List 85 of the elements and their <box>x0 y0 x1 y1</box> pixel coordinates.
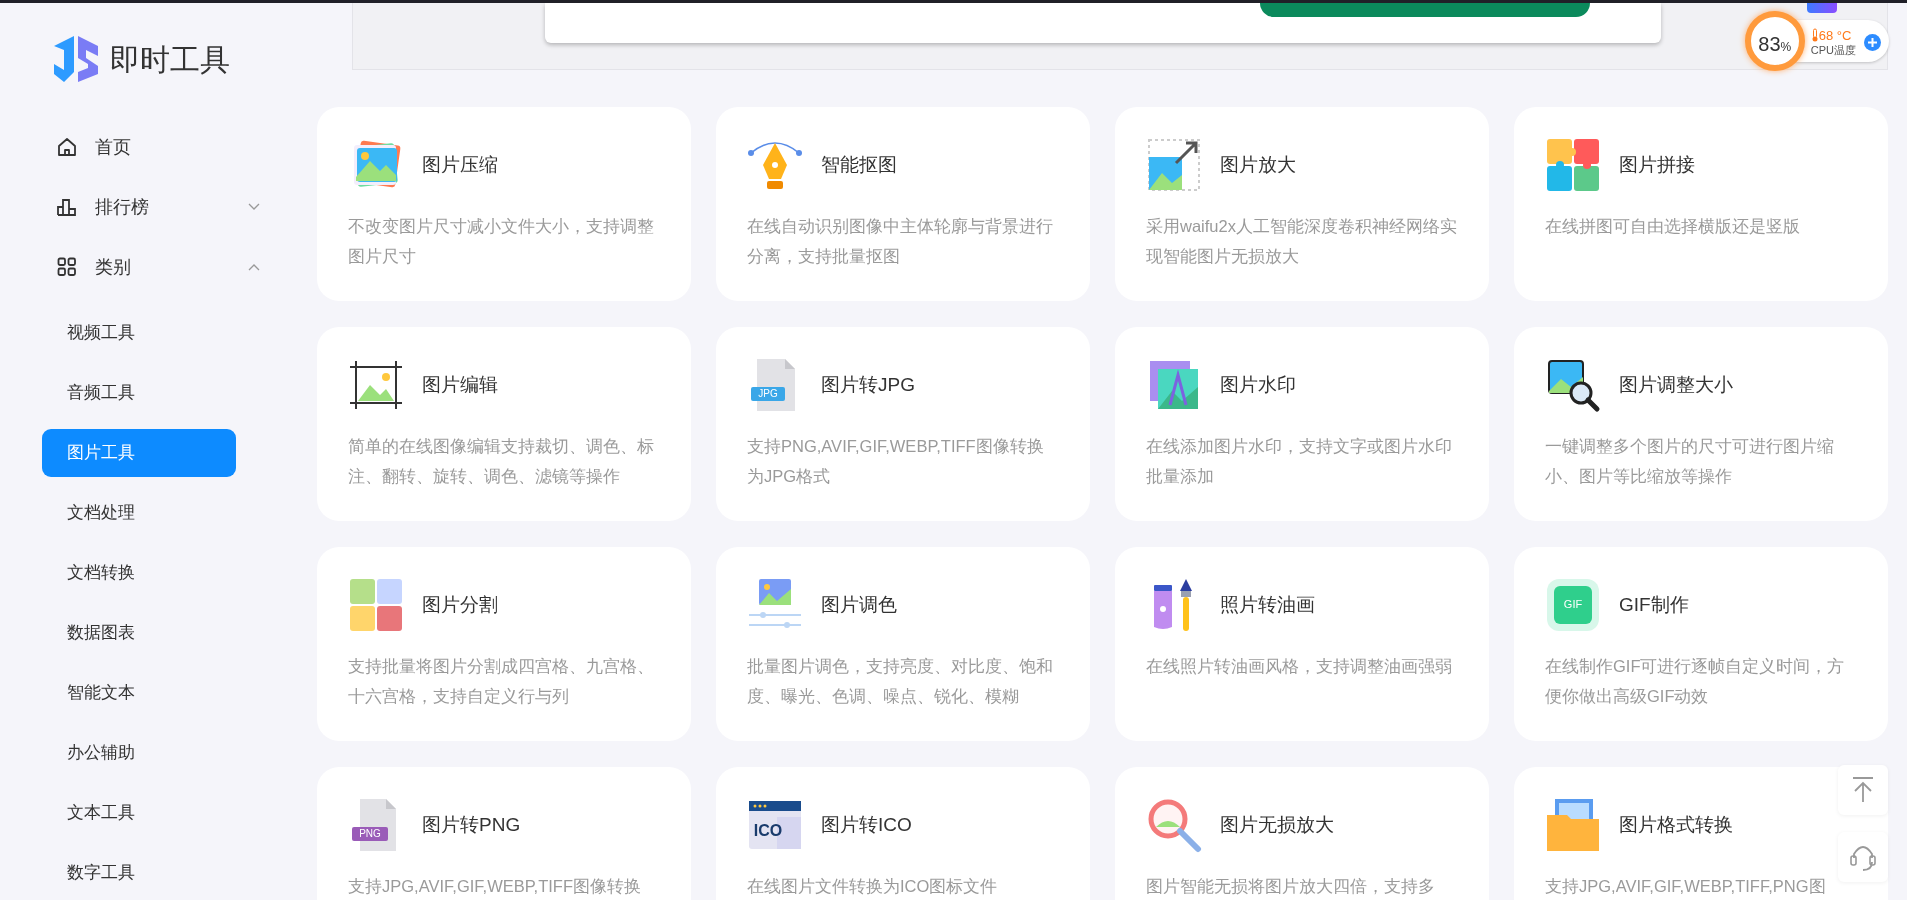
card-description: 在线拼图可自由选择横版还是竖版 <box>1545 216 1801 237</box>
card-title: 图片转PNG <box>422 812 521 837</box>
card-description: 不改变图片尺寸减小文件大小，支持调整图片尺寸 <box>348 216 655 267</box>
card-description: 支持JPG,AVIF,GIF,WEBP,TIFF图像转换 <box>348 876 642 897</box>
card-description: 支持JPG,AVIF,GIF,WEBP,TIFF,PNG图 <box>1545 876 1827 897</box>
card-title: 图片无损放大 <box>1220 812 1334 837</box>
puzzle-icon <box>1545 137 1601 193</box>
tool-card[interactable]: 图片压缩 不改变图片尺寸减小文件大小，支持调整图片尺寸 <box>317 107 691 301</box>
image-folder-icon <box>1545 797 1601 853</box>
support-button[interactable] <box>1838 832 1888 882</box>
card-title: 图片调整大小 <box>1619 372 1733 397</box>
card-description: 支持PNG,AVIF,GIF,WEBP,TIFF图像转换为JPG格式 <box>747 436 1045 487</box>
back-to-top-button[interactable] <box>1838 765 1888 815</box>
category-item[interactable]: 数字工具 <box>42 849 236 897</box>
plus-icon <box>1864 33 1881 51</box>
grid-icon <box>57 257 77 277</box>
tool-card[interactable]: 图片放大 采用waifu2x人工智能深度卷积神经网络实现智能图片无损放大 <box>1115 107 1489 301</box>
icon-label: PNG <box>358 827 382 841</box>
arrow-up-icon <box>1852 777 1874 803</box>
temperature-value: 68 °C <box>1818 27 1852 43</box>
category-item[interactable]: 智能文本 <box>42 669 236 717</box>
tool-card[interactable]: PNG 图片转PNG 支持JPG,AVIF,GIF,WEBP,TIFF图像转换 <box>317 767 691 900</box>
tool-card[interactable]: 图片格式转换 支持JPG,AVIF,GIF,WEBP,TIFF,PNG图 <box>1514 767 1888 900</box>
card-title: 图片格式转换 <box>1619 812 1733 837</box>
nav-item[interactable]: 排行榜 <box>0 177 300 237</box>
card-title: 图片拼接 <box>1619 152 1695 177</box>
tool-card[interactable]: 图片调色 批量图片调色，支持亮度、对比度、饱和度、曝光、色调、噪点、锐化、模糊 <box>716 547 1090 741</box>
cpu-label: CPU温度 <box>1810 42 1856 57</box>
tool-card[interactable]: 图片拼接 在线拼图可自由选择横版还是竖版 <box>1514 107 1888 301</box>
app-badge-icon <box>1807 3 1837 13</box>
icon-label: GIF <box>1562 597 1584 612</box>
card-description: 在线图片文件转换为ICO图标文件 <box>747 876 999 897</box>
card-description: 在线添加图片水印，支持文字或图片水印批量添加 <box>1146 436 1453 487</box>
card-title: GIF制作 <box>1619 592 1689 617</box>
card-title: 图片转ICO <box>821 812 912 837</box>
gif-file-icon <box>1545 577 1601 633</box>
card-title: 图片调色 <box>821 592 897 617</box>
category-item[interactable]: 视频工具 <box>42 309 236 357</box>
card-description: 图片智能无损将图片放大四倍，支持多 <box>1146 876 1436 897</box>
category-item[interactable]: 文档处理 <box>42 489 236 537</box>
card-description: 在线照片转油画风格，支持调整油画强弱 <box>1146 656 1453 677</box>
category-item[interactable]: 音频工具 <box>42 369 236 417</box>
card-description: 在线制作GIF可进行逐帧自定义时间，方便你做出高级GIF动效 <box>1545 656 1846 707</box>
tool-card[interactable]: GIF GIF制作 在线制作GIF可进行逐帧自定义时间，方便你做出高级GIF动效 <box>1514 547 1888 741</box>
card-description: 在线自动识别图像中主体轮廓与背景进行分离，支持批量抠图 <box>747 216 1054 267</box>
card-title: 照片转油画 <box>1220 592 1315 617</box>
icon-label: ICO <box>752 823 784 839</box>
action-button[interactable] <box>1260 3 1590 17</box>
tool-card[interactable]: ICO 图片转ICO 在线图片文件转换为ICO图标文件 <box>716 767 1090 900</box>
category-item[interactable]: 办公辅助 <box>42 729 236 777</box>
icon-label: JPG <box>757 387 779 401</box>
bar-chart-icon <box>57 197 77 217</box>
card-description: 一键调整多个图片的尺寸可进行图片缩小、图片等比缩放等操作 <box>1545 436 1835 487</box>
card-description: 批量图片调色，支持亮度、对比度、饱和度、曝光、色调、噪点、锐化、模糊 <box>747 656 1054 707</box>
card-title: 图片转JPG <box>821 372 915 397</box>
nav-item[interactable]: 类别 <box>0 237 300 297</box>
image-enlarge-icon <box>1146 137 1202 193</box>
category-item[interactable]: 文档转换 <box>42 549 236 597</box>
card-description: 采用waifu2x人工智能深度卷积神经网络实现智能图片无损放大 <box>1146 216 1458 267</box>
pastel-puzzle-icon <box>348 577 404 633</box>
tool-card[interactable]: 图片无损放大 图片智能无损将图片放大四倍，支持多 <box>1115 767 1489 900</box>
tool-card[interactable]: 照片转油画 在线照片转油画风格，支持调整油画强弱 <box>1115 547 1489 741</box>
card-description: 支持批量将图片分割成四宫格、九宫格、十六宫格，支持自定义行与列 <box>348 656 655 707</box>
tool-card[interactable]: 图片调整大小 一键调整多个图片的尺寸可进行图片缩小、图片等比缩放等操作 <box>1514 327 1888 521</box>
tool-card[interactable]: 图片编辑 简单的在线图像编辑支持裁切、调色、标注、翻转、旋转、调色、滤镜等操作 <box>317 327 691 521</box>
category-item[interactable]: 文本工具 <box>42 789 236 837</box>
tool-card[interactable]: 图片水印 在线添加图片水印，支持文字或图片水印批量添加 <box>1115 327 1489 521</box>
magnifier-icon <box>1146 797 1202 853</box>
image-magnifier-icon <box>1545 357 1601 413</box>
card-description: 简单的在线图像编辑支持裁切、调色、标注、翻转、旋转、调色、滤镜等操作 <box>348 436 655 487</box>
thermometer-icon <box>1810 28 1819 42</box>
nav-item[interactable]: 首页 <box>0 117 300 177</box>
card-title: 图片编辑 <box>422 372 498 397</box>
tool-card[interactable]: JPG 图片转JPG 支持PNG,AVIF,GIF,WEBP,TIFF图像转换为JPG格式 <box>716 327 1090 521</box>
card-title: 图片分割 <box>422 592 498 617</box>
site-logo-text: 即时工具 <box>110 41 230 78</box>
card-title: 图片放大 <box>1220 152 1296 177</box>
category-item[interactable]: 数据图表 <box>42 609 236 657</box>
tool-card[interactable]: 图片分割 支持批量将图片分割成四宫格、九宫格、十六宫格，支持自定义行与列 <box>317 547 691 741</box>
tool-card[interactable]: 智能抠图 在线自动识别图像中主体轮廓与背景进行分离，支持批量抠图 <box>716 107 1090 301</box>
card-title: 智能抠图 <box>821 152 897 177</box>
logo-icon <box>52 34 100 84</box>
card-title: 图片水印 <box>1220 372 1296 397</box>
card-title: 图片压缩 <box>422 152 498 177</box>
home-icon <box>57 137 77 157</box>
